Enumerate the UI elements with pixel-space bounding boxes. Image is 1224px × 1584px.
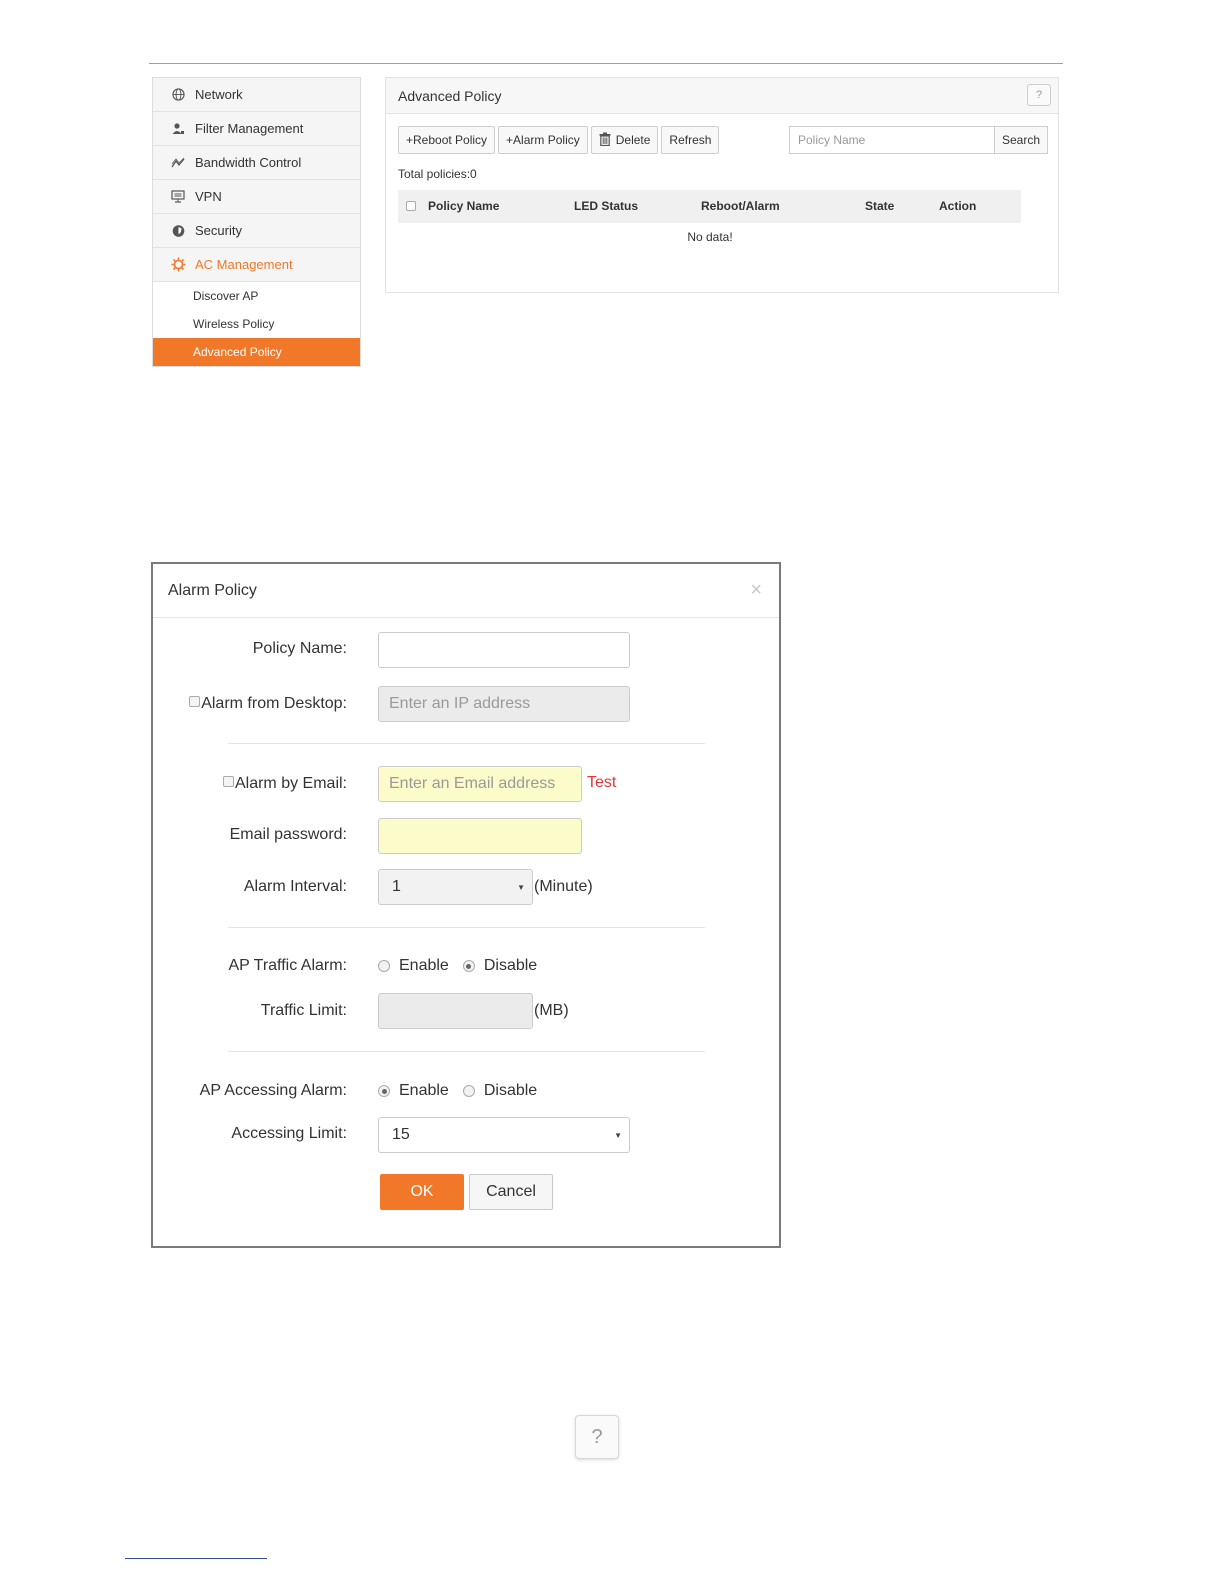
search-button[interactable]: Search xyxy=(994,126,1049,154)
ap-traffic-alarm-label: AP Traffic Alarm: xyxy=(228,957,347,974)
policy-name-search-input[interactable] xyxy=(789,126,994,154)
column-header-action: Action xyxy=(939,199,977,213)
ap-accessing-alarm-label: AP Accessing Alarm: xyxy=(199,1082,347,1099)
accessing-limit-value: 15 xyxy=(392,1126,410,1143)
traffic-disable-label: Disable xyxy=(483,957,538,974)
divider xyxy=(228,927,705,928)
email-password-field[interactable] xyxy=(378,818,582,854)
alarm-interval-label: Alarm Interval: xyxy=(243,878,347,895)
sidebar: Network Filter Management Bandwidth Cont… xyxy=(152,77,361,367)
total-policies: Total policies:0 xyxy=(398,167,477,181)
ac-gear-icon xyxy=(169,256,187,274)
sidebar-item-label: AC Management xyxy=(195,257,293,272)
chevron-down-icon: ▼ xyxy=(517,883,525,892)
sidebar-item-security[interactable]: Security xyxy=(153,214,360,248)
alarm-policy-dialog: Alarm Policy × Policy Name: Alarm from D… xyxy=(151,562,781,1248)
chevron-down-icon: ▼ xyxy=(614,1131,622,1140)
alarm-email-checkbox[interactable] xyxy=(222,776,234,788)
refresh-button[interactable]: Refresh xyxy=(661,126,720,154)
traffic-enable-radio[interactable] xyxy=(378,960,390,972)
empty-table-message: No data! xyxy=(687,230,733,244)
sidebar-subitem-wireless-policy[interactable]: Wireless Policy xyxy=(153,310,360,338)
alarm-desktop-row-label: Alarm from Desktop: xyxy=(147,695,347,713)
alarm-email-row-label: Alarm by Email: xyxy=(147,775,347,793)
column-header-led-status: LED Status xyxy=(574,199,639,213)
delete-label: Delete xyxy=(615,133,651,147)
chart-line-icon xyxy=(169,154,187,172)
table-header: Policy Name LED Status Reboot/Alarm Stat… xyxy=(398,190,1021,223)
divider xyxy=(228,743,705,744)
advanced-policy-panel: Advanced Policy ? +Reboot Policy +Alarm … xyxy=(385,77,1059,293)
traffic-limit-label: Traffic Limit: xyxy=(260,1002,347,1019)
sidebar-item-network[interactable]: Network xyxy=(153,78,360,112)
delete-button[interactable]: Delete xyxy=(590,126,659,154)
sidebar-item-bandwidth-control[interactable]: Bandwidth Control xyxy=(153,146,360,180)
column-header-reboot-alarm: Reboot/Alarm xyxy=(701,199,780,213)
column-header-policy-name: Policy Name xyxy=(428,199,500,213)
alarm-interval-value: 1 xyxy=(392,878,401,895)
alarm-desktop-checkbox[interactable] xyxy=(189,696,201,708)
accessing-disable-radio[interactable] xyxy=(462,1085,475,1097)
shield-icon xyxy=(169,222,187,240)
ap-traffic-alarm-radios: Enable Disable xyxy=(378,957,537,975)
divider xyxy=(228,1051,705,1052)
sidebar-item-vpn[interactable]: VPN xyxy=(153,180,360,214)
page-title: Advanced Policy xyxy=(398,87,502,104)
help-button[interactable]: ? xyxy=(1027,84,1051,106)
toolbar: +Reboot Policy +Alarm Policy Delete Refr… xyxy=(398,126,720,154)
monitor-icon xyxy=(169,188,187,206)
traffic-unit: (MB) xyxy=(534,1002,569,1019)
add-alarm-policy-button[interactable]: +Alarm Policy xyxy=(498,126,588,154)
traffic-enable-label: Enable xyxy=(399,957,449,974)
desktop-ip-field[interactable] xyxy=(378,686,630,722)
policy-name-label: Policy Name: xyxy=(252,640,347,657)
traffic-limit-field[interactable] xyxy=(378,993,533,1029)
globe-icon xyxy=(169,86,187,104)
accessing-limit-label: Accessing Limit: xyxy=(231,1125,347,1142)
user-filter-icon xyxy=(169,120,187,138)
sidebar-item-ac-management[interactable]: AC Management xyxy=(153,248,360,282)
top-rule xyxy=(149,63,1063,64)
accessing-enable-label: Enable xyxy=(399,1082,449,1099)
accessing-disable-label: Disable xyxy=(483,1082,538,1099)
ok-button[interactable]: OK xyxy=(380,1174,464,1210)
traffic-disable-radio[interactable] xyxy=(462,960,475,972)
column-header-state: State xyxy=(865,199,895,213)
sidebar-item-filter-management[interactable]: Filter Management xyxy=(153,112,360,146)
add-reboot-policy-button[interactable]: +Reboot Policy xyxy=(398,126,496,154)
sidebar-subitem-advanced-policy[interactable]: Advanced Policy xyxy=(153,338,360,366)
dialog-title: Alarm Policy xyxy=(168,581,257,599)
search-bar: Search xyxy=(789,126,1049,154)
interval-unit: (Minute) xyxy=(534,878,593,895)
sidebar-item-label: VPN xyxy=(195,189,222,204)
help-button-large[interactable]: ? xyxy=(575,1415,619,1459)
test-link[interactable]: Test xyxy=(587,774,616,792)
alarm-desktop-label: Alarm from Desktop: xyxy=(201,695,347,712)
trash-icon xyxy=(599,132,611,149)
email-password-label: Email password: xyxy=(229,826,347,843)
close-icon[interactable]: × xyxy=(750,579,762,602)
ap-accessing-alarm-radios: Enable Disable xyxy=(378,1082,537,1100)
sidebar-item-label: Bandwidth Control xyxy=(195,155,302,170)
cancel-button[interactable]: Cancel xyxy=(469,1174,553,1210)
sidebar-item-label: Security xyxy=(195,223,242,238)
alarm-interval-select[interactable]: 1 ▼ xyxy=(378,869,533,905)
sidebar-item-label: Network xyxy=(195,87,243,102)
select-all-checkbox[interactable] xyxy=(406,201,416,211)
footer-rule xyxy=(125,1558,267,1559)
dialog-header: Alarm Policy × xyxy=(153,564,779,618)
email-address-field[interactable] xyxy=(378,766,582,802)
alarm-email-label: Alarm by Email: xyxy=(234,775,347,792)
panel-header: Advanced Policy ? xyxy=(386,78,1058,114)
policy-name-field[interactable] xyxy=(378,632,630,668)
sidebar-item-label: Filter Management xyxy=(195,121,304,136)
sidebar-subitem-discover-ap[interactable]: Discover AP xyxy=(153,282,360,310)
accessing-limit-select[interactable]: 15 ▼ xyxy=(378,1117,630,1153)
accessing-enable-radio[interactable] xyxy=(378,1085,390,1097)
